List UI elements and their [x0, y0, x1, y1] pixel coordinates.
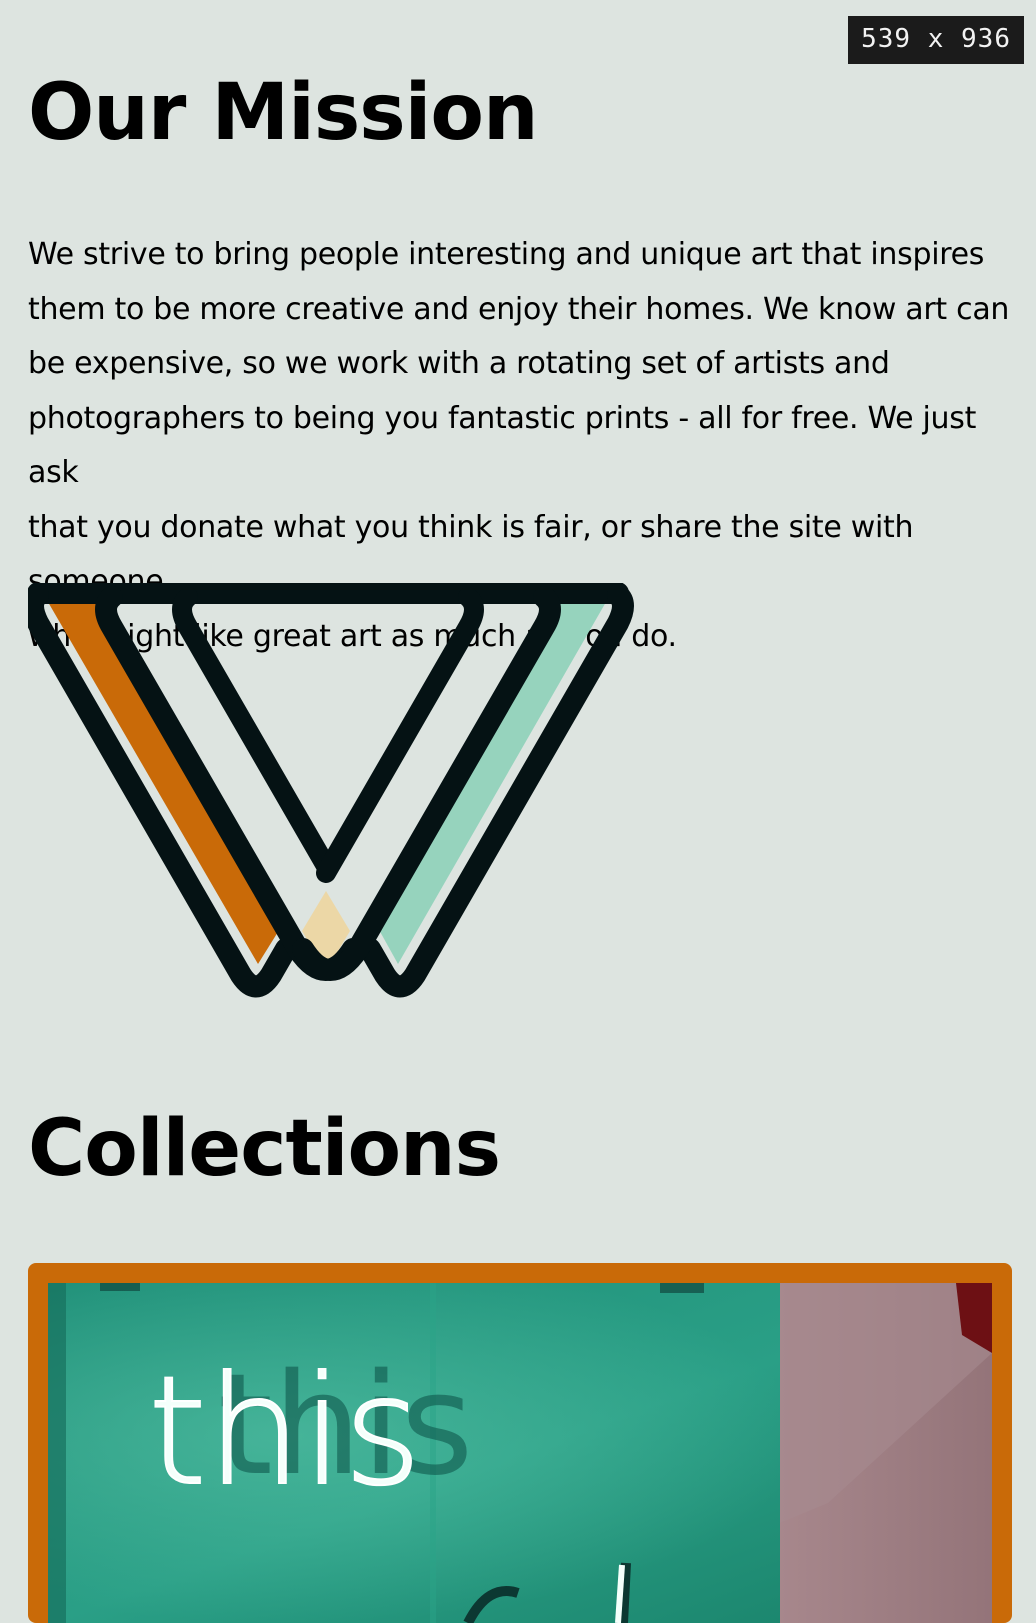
mission-heading: Our Mission — [28, 68, 539, 158]
collection-card[interactable]: this this — [28, 1263, 1012, 1623]
collection-image[interactable]: this this — [48, 1283, 992, 1623]
v-stripes-logo — [28, 583, 634, 998]
neon-text: this — [148, 1345, 422, 1519]
mission-line: We strive to bring people interesting an… — [28, 237, 985, 272]
logo-right-stripe — [373, 602, 606, 964]
collections-heading: Collections — [28, 1104, 501, 1194]
mission-line: photographers to being you fantastic pri… — [28, 400, 977, 491]
mission-line: them to be more creative and enjoy their… — [28, 291, 1010, 327]
logo-left-stripe — [48, 602, 286, 964]
mission-line: be expensive, so we work with a rotating… — [28, 346, 890, 381]
viewport-size-badge: 539 x 936 — [848, 16, 1024, 64]
